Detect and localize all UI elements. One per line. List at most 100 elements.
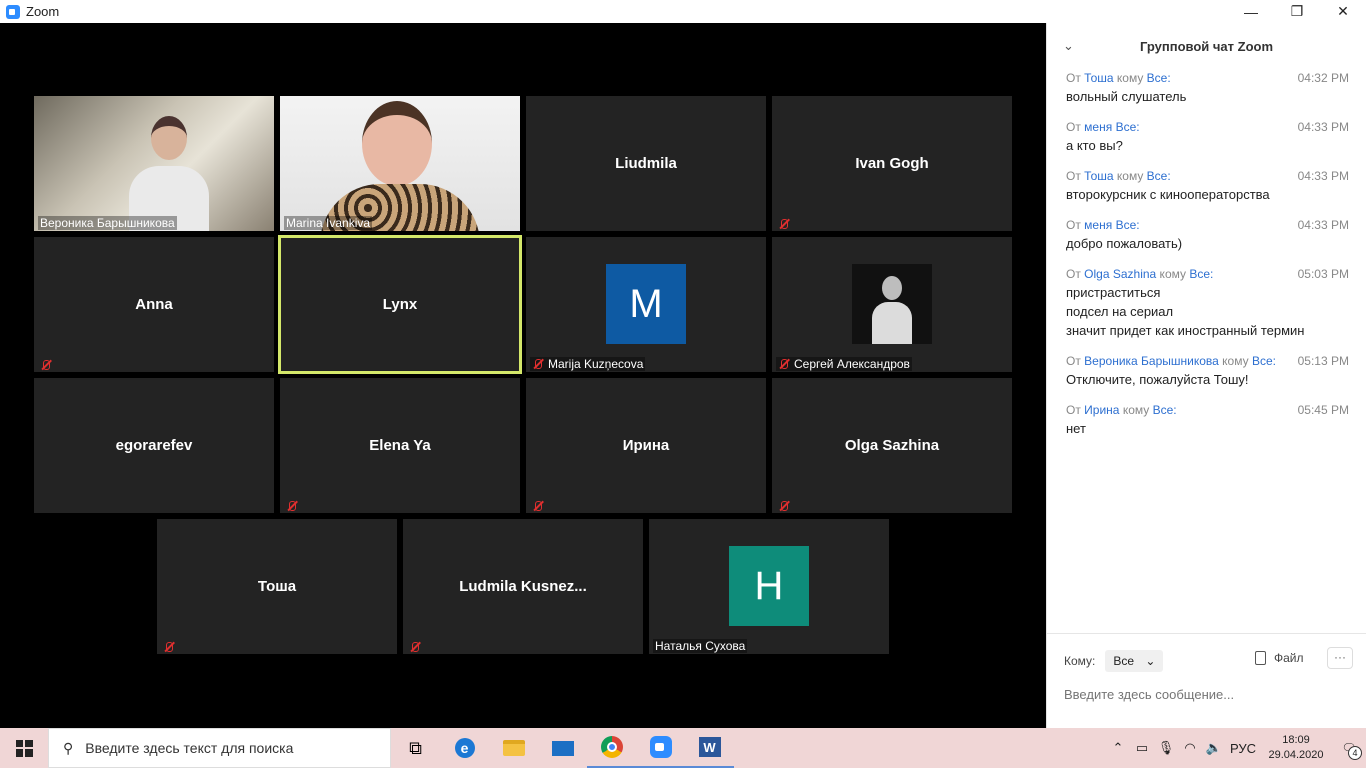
task-view-button[interactable]: ⧉ (391, 728, 440, 768)
task-view-icon: ⧉ (409, 737, 422, 758)
sender-name[interactable]: Ирина (1084, 403, 1119, 417)
recipient-name[interactable]: Все: (1147, 169, 1171, 183)
search-placeholder: Введите здесь текст для поиска (85, 740, 294, 756)
sender-name[interactable]: Тоша (1084, 169, 1113, 183)
edge-button[interactable]: e (440, 728, 489, 768)
zoom-app-icon (6, 4, 20, 19)
from-prefix: От (1066, 218, 1085, 232)
chevron-up-icon[interactable]: ⌃ (1106, 740, 1130, 756)
participant-label (38, 359, 54, 371)
recipient-name[interactable]: Все: (1189, 267, 1213, 281)
word-button[interactable]: W (685, 728, 734, 768)
to-prefix: кому (1119, 403, 1153, 417)
to-label: Кому: (1064, 654, 1096, 668)
clock[interactable]: 18:09 29.04.2020 (1260, 733, 1332, 763)
video-tile[interactable]: Ivan Gogh (772, 96, 1012, 231)
message-text: вольный слушатель (1066, 89, 1187, 104)
video-gallery: Вероника Барышникова Marina Ivankiva Liudm… (0, 23, 1046, 728)
video-tile[interactable]: H Наталья Сухова (649, 519, 889, 654)
video-tile[interactable]: Ludmila Kusnez... (403, 519, 643, 654)
muted-mic-icon (286, 500, 298, 512)
participant-name: Olga Sazhina (844, 437, 940, 454)
sender-name[interactable]: меня (1084, 120, 1112, 134)
file-button[interactable]: Файл (1255, 651, 1304, 665)
video-tile[interactable]: Вероника Барышникова (34, 96, 274, 231)
participant-label (530, 500, 546, 512)
file-explorer-button[interactable] (489, 728, 538, 768)
participant-video (34, 96, 274, 231)
windows-taskbar: ⚲ Введите здесь текст для поиска ⧉ e W ⌃… (0, 728, 1366, 768)
taskbar-search-box[interactable]: ⚲ Введите здесь текст для поиска (48, 728, 391, 768)
recipient-name[interactable]: Все: (1153, 403, 1177, 417)
message-text: Отключите, пожалуйста Тошу! (1066, 372, 1249, 387)
minimize-button[interactable]: — (1228, 0, 1274, 23)
participant-label (161, 641, 177, 653)
message-time: 04:32 PM (1297, 71, 1349, 85)
language-indicator[interactable]: РУС (1226, 741, 1260, 756)
participant-label: Сергей Александров (776, 357, 912, 371)
video-tile[interactable]: egorarefev (34, 378, 274, 513)
participant-label-name: Вероника Барышникова (40, 216, 175, 230)
video-tile[interactable]: Liudmila (526, 96, 766, 231)
video-tile[interactable]: Тоша (157, 519, 397, 654)
avatar: H (729, 546, 809, 626)
video-tile[interactable]: Ирина (526, 378, 766, 513)
file-label: Файл (1274, 651, 1304, 665)
participant-label (284, 500, 300, 512)
more-options-button[interactable]: ··· (1327, 647, 1353, 669)
muted-mic-icon (778, 358, 790, 370)
video-tile[interactable]: Marina Ivankiva (280, 96, 520, 231)
recipient-name[interactable]: Все: (1116, 218, 1140, 232)
from-prefix: От (1066, 71, 1085, 85)
video-tile[interactable]: Сергей Александров (772, 237, 1012, 372)
mail-icon (551, 740, 574, 756)
chat-message: От меня Все: 04:33 PM а кто вы? (1047, 118, 1366, 155)
participant-name: Lynx (382, 296, 418, 313)
muted-mic-icon (778, 500, 790, 512)
wifi-icon[interactable]: ◠ (1178, 740, 1202, 756)
recipient-name[interactable]: Все: (1252, 354, 1276, 368)
video-tile[interactable]: Anna (34, 237, 274, 372)
chrome-icon (600, 736, 623, 758)
notification-center-button[interactable]: 🗨 4 (1332, 728, 1366, 768)
message-meta: От Тоша кому Все: 04:33 PM (1066, 167, 1349, 185)
chat-composer: Кому: Все ⌄ Файл ··· (1047, 633, 1366, 728)
from-prefix: От (1066, 120, 1085, 134)
participant-name: Elena Ya (369, 437, 431, 454)
to-prefix: кому (1113, 71, 1147, 85)
start-button[interactable] (0, 728, 48, 768)
message-text: пристраститься (1066, 285, 1161, 300)
message-input[interactable] (1064, 687, 1354, 702)
video-tile[interactable]: Elena Ya (280, 378, 520, 513)
to-prefix: кому (1113, 169, 1147, 183)
close-button[interactable]: ✕ (1320, 0, 1366, 23)
sender-name[interactable]: Вероника Барышникова (1084, 354, 1219, 368)
mail-button[interactable] (538, 728, 587, 768)
video-tile[interactable]: Lynx (278, 235, 522, 374)
participant-video (280, 96, 520, 231)
recipient-select[interactable]: Все ⌄ (1105, 650, 1164, 672)
participant-label-name: Marina Ivankiva (286, 216, 371, 230)
clock-date: 29.04.2020 (1268, 749, 1324, 761)
message-text: второкурсник с кинооператорства (1066, 187, 1270, 202)
volume-icon[interactable]: 🔈 (1202, 740, 1226, 756)
video-tile[interactable]: Olga Sazhina (772, 378, 1012, 513)
chrome-button[interactable] (587, 728, 636, 768)
zoom-taskbar-button[interactable] (636, 728, 685, 768)
chat-messages: От Тоша кому Все: 04:32 PM вольный слушате… (1047, 69, 1366, 629)
battery-icon[interactable]: ▭ (1130, 740, 1154, 756)
recipient-name[interactable]: Все: (1116, 120, 1140, 134)
window-title: Zoom (26, 4, 60, 19)
sender-name[interactable]: Тоша (1084, 71, 1113, 85)
sender-name[interactable]: меня (1084, 218, 1112, 232)
recipient-name[interactable]: Все: (1147, 71, 1171, 85)
video-tile[interactable]: M Marija Kuzņecova (526, 237, 766, 372)
message-text: нет (1066, 421, 1086, 436)
maximize-button[interactable]: ❐ (1274, 0, 1320, 23)
microphone-icon[interactable]: 🎙 (1154, 740, 1178, 756)
title-bar: Zoom — ❐ ✕ (0, 0, 1366, 23)
collapse-chevron-icon[interactable]: ⌄ (1063, 38, 1074, 54)
message-time: 04:33 PM (1297, 169, 1349, 183)
sender-name[interactable]: Olga Sazhina (1084, 267, 1156, 281)
chat-message: От Olga Sazhina кому Все: 05:03 PM пристра… (1047, 265, 1366, 340)
